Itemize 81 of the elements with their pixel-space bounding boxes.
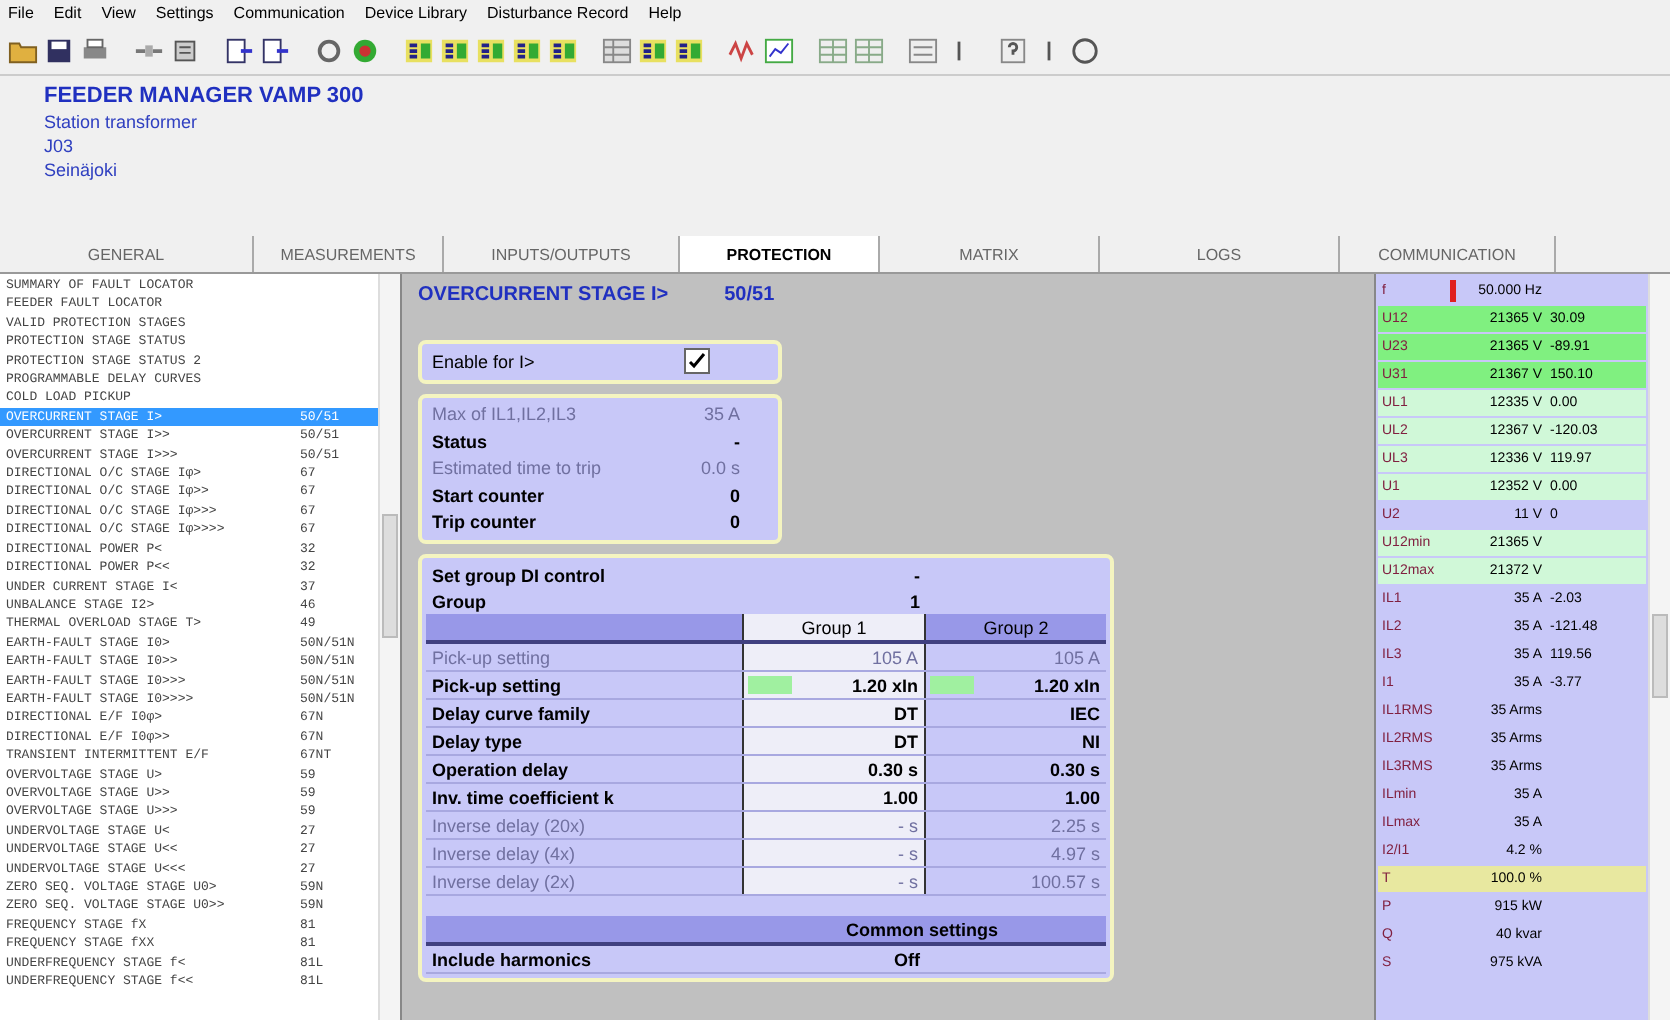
device-icon[interactable] [170,35,200,65]
setting-label: Set group DI control [430,565,607,585]
setting-label: Pick-up setting [430,675,564,695]
circle-icon[interactable] [1070,35,1100,65]
stage-title: OVERCURRENT STAGE I> [418,284,669,306]
setting-value[interactable]: 1.00 [926,784,1106,810]
status-label: Start counter [432,485,547,506]
status-label: Status [432,431,490,452]
section-header: Common settings [846,919,1001,939]
menu-item[interactable]: Disturbance Record [487,4,629,22]
document-arrow-icon[interactable] [224,35,254,65]
tab[interactable]: GENERAL [0,236,254,272]
status-label: Estimated time to trip [432,458,604,479]
menu-item[interactable]: View [101,4,136,22]
status-value: 35 A [701,404,742,425]
document-list-icon[interactable] [638,35,668,65]
setting-value[interactable]: DT [742,728,926,754]
setting-label: Inverse delay (2x) [430,871,578,891]
tab[interactable]: PROTECTION [680,236,880,272]
setting-value[interactable]: Off [742,946,926,972]
setting-label: Operation delay [430,759,571,779]
setting-label: Enable for I> [432,351,537,372]
setting-label: Include harmonics [430,949,594,969]
setting-value[interactable]: 1.20 xIn [742,672,926,698]
device-info: J03 [44,136,76,156]
document-list-icon[interactable] [476,35,506,65]
setting-label: Inverse delay (4x) [430,843,578,863]
setting-label: Pick-up setting [430,647,553,667]
column-header: Group 2 [981,615,1051,640]
document-arrow-icon[interactable] [260,35,290,65]
list-icon[interactable] [908,35,938,65]
status-value: 0 [727,485,742,506]
setting-label: Group [430,591,488,611]
ansi-code: 50/51 [724,284,775,306]
menu-item[interactable]: Help [648,4,682,22]
setting-value[interactable]: IEC [926,700,1106,726]
document-list-icon[interactable] [548,35,578,65]
setting-value[interactable]: 1.20 xIn [926,672,1106,698]
save-icon[interactable] [44,35,74,65]
tab[interactable]: MEASUREMENTS [254,236,444,272]
wave-icon[interactable] [728,35,758,65]
enable-checkbox[interactable] [684,348,710,375]
status-value: - [732,431,742,452]
setting-value[interactable]: 1.00 [742,784,926,810]
setting-value[interactable]: NI [926,728,1106,754]
menu-item[interactable]: Settings [155,4,214,22]
device-info: Seinäjoki [44,160,120,180]
setting-label: Delay type [430,731,525,751]
device-info: Station transformer [44,112,200,132]
tab[interactable]: MATRIX [880,236,1100,272]
help-icon[interactable] [998,35,1028,65]
tab[interactable]: LOGS [1100,236,1340,272]
printer-icon[interactable] [80,35,110,65]
chart-icon[interactable] [764,35,794,65]
document-list-icon[interactable] [674,35,704,65]
menu-item[interactable]: File [8,4,34,22]
scrollbar[interactable] [378,274,400,1020]
menu-item[interactable]: Communication [233,4,345,22]
status-label: Max of IL1,IL2,IL3 [432,404,579,425]
setting-value[interactable]: DT [742,700,926,726]
status-value: 0 [727,512,742,533]
document-list-icon[interactable] [404,35,434,65]
setting-label: Delay curve family [430,703,593,723]
setting-value[interactable]: 0.30 s [742,756,926,782]
setting-label: Inv. time coefficient k [430,787,616,807]
flower-icon[interactable] [350,35,380,65]
status-label: Trip counter [432,512,539,533]
tab[interactable]: COMMUNICATION [1340,236,1556,272]
menu-item[interactable]: Edit [53,4,82,22]
ring-icon[interactable] [314,35,344,65]
setting-value[interactable]: 0.30 s [926,756,1106,782]
menu-item[interactable]: Device Library [364,4,468,22]
column-header: Group 1 [742,614,926,640]
setting-value: - [912,563,922,588]
setting-value: 1 [907,589,922,614]
document-list-icon[interactable] [440,35,470,65]
status-value: 0.0 s [698,458,742,479]
scrollbar[interactable] [1648,274,1670,1020]
device-title: FEEDER MANAGER VAMP 300 [44,84,366,108]
setting-label: Inverse delay (20x) [430,815,588,835]
document-list-icon[interactable] [512,35,542,65]
